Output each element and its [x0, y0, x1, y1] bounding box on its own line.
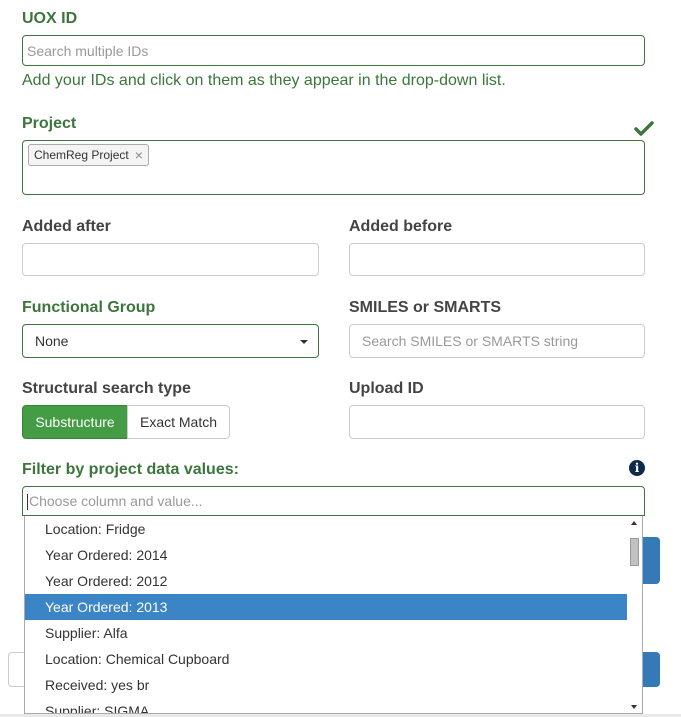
- text-cursor: [27, 494, 28, 511]
- scroll-up-arrow-icon[interactable]: [631, 521, 637, 525]
- scroll-down-arrow-icon[interactable]: [631, 705, 637, 709]
- scrollbar-thumb[interactable]: [630, 538, 639, 566]
- caret-down-icon: [300, 340, 308, 344]
- smiles-label: SMILES or SMARTS: [349, 299, 502, 316]
- dropdown-option[interactable]: Supplier: Alfa: [25, 620, 629, 646]
- uox-id-help-text: Add your IDs and click on them as they a…: [22, 72, 506, 89]
- dropdown-option[interactable]: Received: yes br: [25, 672, 629, 698]
- added-before-input[interactable]: [349, 243, 645, 276]
- dropdown-option-highlighted[interactable]: Year Ordered: 2013: [25, 594, 629, 620]
- project-label: Project: [22, 115, 77, 132]
- dropdown-option[interactable]: Year Ordered: 2014: [25, 542, 629, 568]
- exact-match-button[interactable]: Exact Match: [127, 405, 230, 439]
- added-after-input[interactable]: [22, 243, 319, 276]
- smiles-search-input[interactable]: [349, 324, 645, 358]
- close-icon[interactable]: ×: [135, 148, 143, 162]
- dropdown-option[interactable]: Location: Fridge: [25, 516, 629, 542]
- dropdown-option[interactable]: Supplier: SIGMA: [25, 698, 629, 713]
- project-tag-field[interactable]: ChemReg Project ×: [22, 140, 645, 195]
- substructure-button[interactable]: Substructure: [22, 405, 128, 439]
- checkmark-icon: [634, 121, 654, 136]
- dropdown-option[interactable]: Location: Chemical Cupboard: [25, 646, 629, 672]
- filter-search-input[interactable]: Choose column and value...: [22, 486, 645, 516]
- filter-dropdown-list[interactable]: Location: Fridge Year Ordered: 2014 Year…: [24, 516, 643, 714]
- functional-group-select[interactable]: None: [22, 324, 319, 358]
- filter-placeholder: Choose column and value...: [29, 493, 203, 509]
- project-tag: ChemReg Project ×: [28, 144, 149, 166]
- dropdown-scrollbar[interactable]: [627, 516, 642, 713]
- info-icon[interactable]: i: [629, 460, 645, 476]
- added-before-label: Added before: [349, 218, 453, 235]
- upload-id-label: Upload ID: [349, 380, 424, 397]
- uox-id-search-input[interactable]: [22, 35, 645, 66]
- project-tag-label: ChemReg Project: [34, 148, 129, 162]
- dropdown-option[interactable]: Year Ordered: 2012: [25, 568, 629, 594]
- added-after-label: Added after: [22, 218, 111, 235]
- filter-label: Filter by project data values:: [22, 461, 239, 478]
- uox-id-label: UOX ID: [22, 10, 78, 27]
- functional-group-selected: None: [35, 333, 69, 349]
- functional-group-label: Functional Group: [22, 299, 156, 316]
- structural-search-label: Structural search type: [22, 380, 191, 397]
- upload-id-input[interactable]: [349, 405, 645, 439]
